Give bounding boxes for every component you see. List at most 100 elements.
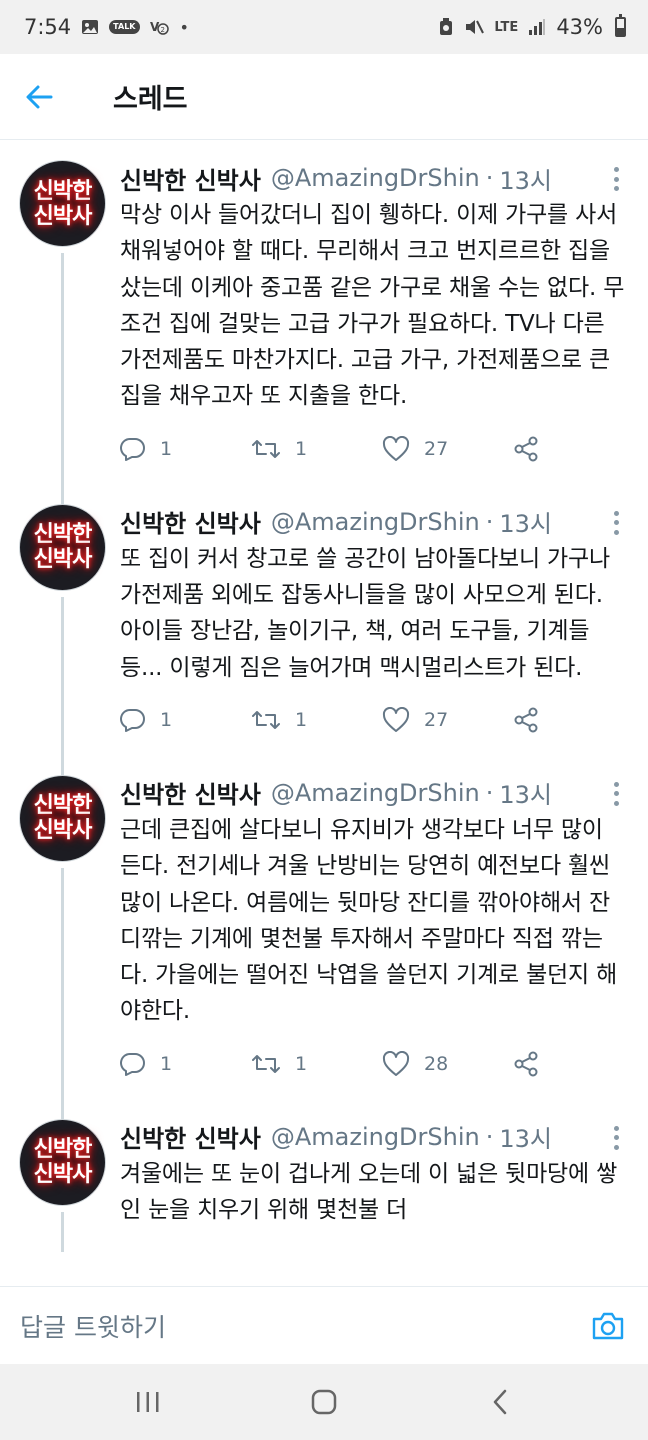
avatar-text-line2: 신박사 [33, 1162, 93, 1188]
reply-button[interactable]: 1 [120, 708, 251, 732]
avatar-column: 신박한 신박사 [20, 161, 120, 509]
status-time: 7:54 [24, 15, 72, 39]
author-name[interactable]: 신박한 신박사 [120, 775, 261, 810]
retweet-count: 1 [295, 1052, 308, 1075]
thread-list[interactable]: 신박한 신박사 신박한 신박사 @AmazingDrShin · 13시 막상 … [0, 141, 648, 1286]
reply-icon [120, 708, 145, 732]
volte-icon: V2 [150, 17, 170, 37]
battery-fill [617, 28, 624, 35]
mute-icon [464, 18, 485, 36]
app-header: 스레드 [0, 54, 648, 140]
svg-text:2: 2 [160, 26, 164, 34]
share-icon [514, 1051, 538, 1077]
reply-count: 1 [160, 437, 173, 460]
signal-icon [528, 19, 546, 35]
heart-icon [382, 435, 410, 461]
reply-button[interactable]: 1 [120, 437, 251, 461]
reply-input[interactable]: 답글 트윗하기 [20, 1308, 166, 1344]
home-icon [311, 1389, 337, 1415]
reply-bar: 답글 트윗하기 [0, 1286, 648, 1364]
status-bar: 7:54 TALK V2 • LTE 43% [0, 0, 648, 54]
avatar[interactable]: 신박한 신박사 [20, 161, 105, 246]
avatar-text-line1: 신박한 [33, 793, 93, 819]
system-nav-bar [0, 1364, 648, 1440]
tweet[interactable]: 신박한 신박사 신박한 신박사 @AmazingDrShin · 13시 근데 … [0, 756, 648, 1124]
more-options-icon[interactable] [606, 780, 626, 808]
tweet-actions: 1 1 28 [120, 1042, 628, 1086]
tweet-time: 13시 [499, 781, 552, 810]
share-button[interactable] [513, 707, 553, 733]
avatar[interactable]: 신박한 신박사 [20, 775, 105, 861]
recent-apps-button[interactable] [118, 1372, 178, 1432]
like-button[interactable]: 28 [382, 1050, 513, 1077]
more-options-icon[interactable] [606, 1124, 626, 1152]
author-handle[interactable]: @AmazingDrShin [271, 508, 480, 536]
avatar-column: 신박한 신박사 [20, 504, 120, 780]
tweet-header: 신박한 신박사 @AmazingDrShin · 13시 [120, 504, 628, 539]
kakaotalk-icon: TALK [109, 20, 140, 34]
camera-button[interactable] [588, 1306, 628, 1346]
back-button[interactable] [24, 67, 84, 127]
tweet-time: 13시 [499, 166, 552, 195]
avatar-text-line1: 신박한 [33, 1137, 93, 1163]
reply-count: 1 [160, 708, 173, 731]
tweet-text: 막상 이사 들어갔더니 집이 휑하다. 이제 가구를 사서 채워넣어야 할 때다… [120, 202, 625, 410]
like-button[interactable]: 27 [382, 706, 513, 733]
gallery-icon [81, 19, 99, 35]
share-icon [514, 436, 538, 462]
tweet-content: 신박한 신박사 @AmazingDrShin · 13시 또 집이 커서 창고로… [120, 505, 628, 756]
share-button[interactable] [513, 436, 553, 462]
author-name[interactable]: 신박한 신박사 [120, 504, 261, 539]
separator-dot: · [485, 778, 494, 807]
battery-icon [615, 14, 626, 37]
author-handle[interactable]: @AmazingDrShin [271, 164, 480, 192]
avatar-text-line1: 신박한 [33, 178, 93, 204]
author-name[interactable]: 신박한 신박사 [120, 1119, 261, 1154]
like-button[interactable]: 27 [382, 435, 513, 462]
separator-dot: · [485, 1122, 494, 1151]
home-button[interactable] [294, 1372, 354, 1432]
tweet[interactable]: 신박한 신박사 신박한 신박사 @AmazingDrShin · 13시 또 집… [0, 485, 648, 780]
heart-icon [382, 1050, 410, 1076]
tweet-actions: 1 1 27 [120, 427, 628, 471]
share-button[interactable] [513, 1051, 553, 1077]
like-count: 28 [424, 1052, 449, 1075]
tweet-header: 신박한 신박사 @AmazingDrShin · 13시 [120, 161, 628, 196]
tweet-time: 13시 [499, 1125, 552, 1154]
lte-icon: LTE [494, 19, 519, 35]
more-notifications-dot-icon: • [179, 17, 189, 37]
author-handle[interactable]: @AmazingDrShin [271, 779, 480, 807]
separator-dot: · [485, 507, 494, 536]
retweet-count: 1 [295, 708, 308, 731]
tweet[interactable]: 신박한 신박사 신박한 신박사 @AmazingDrShin · 13시 막상 … [0, 141, 648, 509]
more-options-icon[interactable] [606, 509, 626, 537]
tweet-content: 신박한 신박사 @AmazingDrShin · 13시 근데 큰집에 살다보니… [120, 776, 628, 1100]
tweet-text: 또 집이 커서 창고로 쓸 공간이 남아돌다보니 가구나 가전제품 외에도 잡동… [120, 545, 610, 681]
share-icon [514, 707, 538, 733]
retweet-button[interactable]: 1 [251, 1052, 382, 1076]
tweet-content: 신박한 신박사 @AmazingDrShin · 13시 막상 이사 들어갔더니… [120, 161, 628, 485]
tweet-text: 겨울에는 또 눈이 겁나게 오는데 이 넓은 뒷마당에 쌓인 눈을 치우기 위해… [120, 1160, 618, 1224]
recycle-icon [438, 18, 454, 36]
avatar[interactable]: 신박한 신박사 [20, 1119, 105, 1205]
retweet-button[interactable]: 1 [251, 708, 382, 732]
like-count: 27 [424, 437, 449, 460]
tweet-actions: 1 1 27 [120, 698, 628, 742]
recent-apps-icon [137, 1392, 159, 1412]
avatar[interactable]: 신박한 신박사 [20, 504, 105, 590]
back-nav-button[interactable] [470, 1372, 530, 1432]
retweet-icon [252, 710, 280, 729]
reply-button[interactable]: 1 [120, 1052, 251, 1076]
more-options-icon[interactable] [606, 165, 626, 193]
tweet[interactable]: 신박한 신박사 신박한 신박사 @AmazingDrShin · 13시 겨울에… [0, 1100, 648, 1253]
author-name[interactable]: 신박한 신박사 [120, 161, 261, 196]
retweet-button[interactable]: 1 [251, 437, 382, 461]
status-right: LTE 43% [438, 14, 626, 39]
back-icon [493, 1389, 507, 1415]
reply-icon [120, 1052, 145, 1076]
avatar-text-line2: 신박사 [33, 547, 93, 573]
author-handle[interactable]: @AmazingDrShin [271, 1123, 480, 1151]
reply-count: 1 [160, 1052, 173, 1075]
avatar-text-line1: 신박한 [33, 522, 93, 548]
page-title: 스레드 [113, 84, 188, 115]
